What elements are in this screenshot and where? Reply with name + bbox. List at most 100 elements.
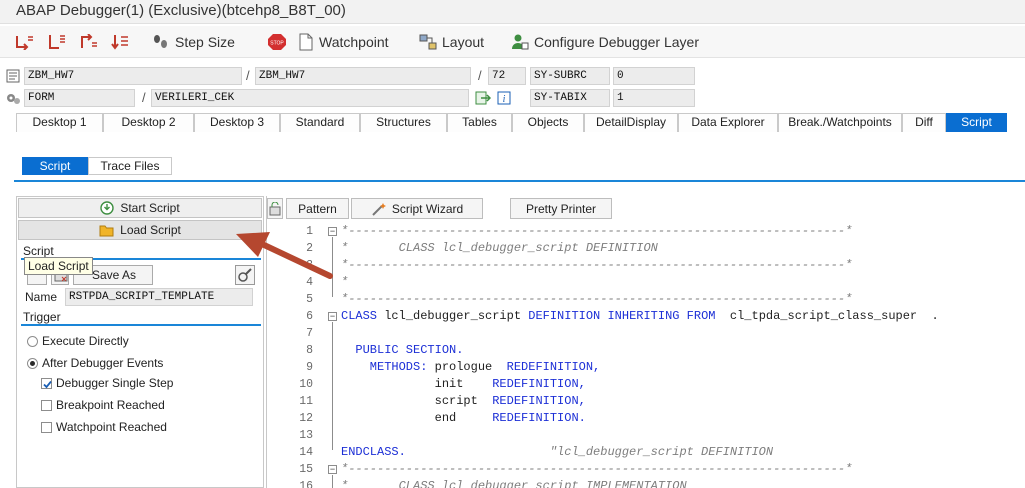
- line-number: 14: [299, 446, 313, 459]
- line-number: 4: [306, 276, 313, 289]
- script-wizard-button[interactable]: Script Wizard: [351, 198, 483, 219]
- after-events-label: After Debugger Events: [42, 356, 164, 370]
- tab-tables[interactable]: Tables: [447, 113, 512, 132]
- start-script-label: Start Script: [120, 201, 180, 215]
- tab-diff[interactable]: Diff: [902, 113, 946, 132]
- title-bar: ABAP Debugger(1) (Exclusive)(btcehp8_B8T…: [0, 0, 1025, 24]
- code-line: init REDEFINITION,: [341, 377, 586, 391]
- single-step-option[interactable]: Debugger Single Step: [41, 376, 173, 390]
- sy-subrc-value: 0: [613, 67, 695, 85]
- tab-objects[interactable]: Objects: [512, 113, 584, 132]
- script-section-title: Script: [23, 244, 54, 258]
- name-label: Name: [25, 290, 58, 304]
- configure-layer-button[interactable]: Configure Debugger Layer: [511, 32, 699, 52]
- layout-icon: [419, 34, 437, 50]
- gear-icon: [7, 94, 20, 104]
- execute-step-icon[interactable]: [46, 32, 66, 52]
- navigate-icon[interactable]: [475, 91, 491, 105]
- script-wizard-label: Script Wizard: [391, 201, 464, 216]
- svg-text:i: i: [503, 94, 506, 105]
- stop-icon[interactable]: STOP: [267, 32, 287, 52]
- tab-desktop-1[interactable]: Desktop 1: [16, 113, 103, 132]
- sy-subrc-label[interactable]: SY-SUBRC: [530, 67, 610, 85]
- tab-desktop-3[interactable]: Desktop 3: [194, 113, 280, 132]
- code-line: PUBLIC SECTION.: [341, 343, 464, 357]
- code-line: METHODS: prologue REDEFINITION,: [341, 360, 601, 374]
- line-number-field: 72: [488, 67, 526, 85]
- subtab-underline: [14, 180, 1025, 182]
- line-number: 9: [306, 361, 313, 374]
- load-script-button[interactable]: Load Script: [18, 220, 262, 240]
- event-type-field: FORM: [24, 89, 135, 107]
- fold-toggle[interactable]: −: [328, 227, 337, 236]
- tab-desktop-2[interactable]: Desktop 2: [103, 113, 194, 132]
- line-number: 13: [299, 429, 313, 442]
- sy-tabix-value: 1: [613, 89, 695, 107]
- code-line: * CLASS lcl_debugger_script IMPLEMENTATI…: [341, 479, 687, 488]
- single-step-label: Debugger Single Step: [56, 376, 174, 390]
- load-script-label: Load Script: [120, 223, 181, 237]
- breakpoint-reached-checkbox[interactable]: [41, 399, 52, 411]
- event-info-row: FORM / VERILERI_CEK i SY-TABIX 1: [0, 89, 1025, 109]
- tab-break-watchpoints[interactable]: Break./Watchpoints: [778, 113, 902, 132]
- tab-data-explorer[interactable]: Data Explorer: [678, 113, 778, 132]
- fold-toggle[interactable]: −: [328, 312, 337, 321]
- breakpoint-reached-option[interactable]: Breakpoint Reached: [41, 398, 165, 412]
- script-name-field[interactable]: RSTPDA_SCRIPT_TEMPLATE: [65, 288, 253, 306]
- after-events-radio[interactable]: [27, 357, 38, 369]
- start-script-icon: [100, 201, 115, 215]
- tab-standard[interactable]: Standard: [280, 113, 360, 132]
- subtab-script[interactable]: Script: [22, 157, 88, 175]
- code-area[interactable]: *---------------------------------------…: [341, 220, 1025, 488]
- script-control-panel: Start Script Load Script Script Save As …: [16, 196, 264, 488]
- info-icon[interactable]: i: [497, 91, 511, 105]
- edit-script-icon[interactable]: [235, 265, 255, 285]
- line-number: 2: [306, 242, 313, 255]
- code-line: * CLASS lcl_debugger_script DEFINITION: [341, 241, 658, 255]
- code-line: *---------------------------------------…: [341, 258, 853, 272]
- pattern-button[interactable]: Pattern: [286, 198, 349, 219]
- tab-detail-display[interactable]: DetailDisplay: [584, 113, 678, 132]
- step-size-button[interactable]: Step Size: [152, 32, 235, 52]
- execute-directly-label: Execute Directly: [42, 334, 129, 348]
- line-number: 12: [299, 412, 313, 425]
- execute-directly-radio[interactable]: [27, 335, 38, 347]
- editor-toggle-icon[interactable]: [267, 198, 283, 219]
- watchpoint-button[interactable]: Watchpoint: [298, 32, 389, 52]
- single-step-checkbox[interactable]: [41, 377, 52, 389]
- step-size-label: Step Size: [175, 34, 235, 50]
- watchpoint-reached-checkbox[interactable]: [41, 421, 52, 433]
- configure-layer-label: Configure Debugger Layer: [534, 34, 699, 50]
- code-line: ENDCLASS. "lcl_debugger_script DEFINITIO…: [341, 445, 774, 459]
- footsteps-icon: [154, 35, 167, 48]
- line-number: 8: [306, 344, 313, 357]
- pretty-printer-button[interactable]: Pretty Printer: [510, 198, 612, 219]
- program-icon: [6, 69, 20, 83]
- line-number: 16: [299, 480, 313, 488]
- tab-structures[interactable]: Structures: [360, 113, 447, 132]
- line-number: 15: [299, 463, 313, 476]
- tab-script[interactable]: Script: [946, 113, 1007, 132]
- code-line: CLASS lcl_debugger_script DEFINITION INH…: [341, 309, 939, 323]
- layout-label: Layout: [442, 34, 485, 50]
- document-icon: [299, 33, 313, 51]
- layout-button[interactable]: Layout: [419, 32, 484, 52]
- line-number-gutter: 1 2 3 4 5 6 7 8 9 10 11 12 13 14 15 16: [267, 220, 319, 488]
- code-line: *: [341, 275, 349, 289]
- event-name-field: VERILERI_CEK: [151, 89, 469, 107]
- code-line: *---------------------------------------…: [341, 462, 853, 476]
- desktop-tabs: Desktop 1 Desktop 2 Desktop 3 Standard S…: [16, 113, 1007, 132]
- start-script-button[interactable]: Start Script: [18, 198, 262, 218]
- fold-toggle[interactable]: −: [328, 465, 337, 474]
- watchpoint-reached-label: Watchpoint Reached: [56, 420, 167, 434]
- subtab-trace-files[interactable]: Trace Files: [88, 157, 172, 175]
- debugger-toolbar: Step Size STOP Watchpoint Layout Configu…: [0, 26, 1025, 58]
- after-events-option[interactable]: After Debugger Events: [27, 356, 163, 370]
- watchpoint-reached-option[interactable]: Watchpoint Reached: [41, 420, 167, 434]
- execute-directly-option[interactable]: Execute Directly: [27, 334, 129, 348]
- return-icon[interactable]: [78, 32, 98, 52]
- sy-tabix-label[interactable]: SY-TABIX: [530, 89, 610, 107]
- script-editor: Pattern Script Wizard Pretty Printer 1 2…: [266, 196, 1025, 488]
- single-step-icon[interactable]: [14, 32, 34, 52]
- continue-icon[interactable]: [110, 32, 130, 52]
